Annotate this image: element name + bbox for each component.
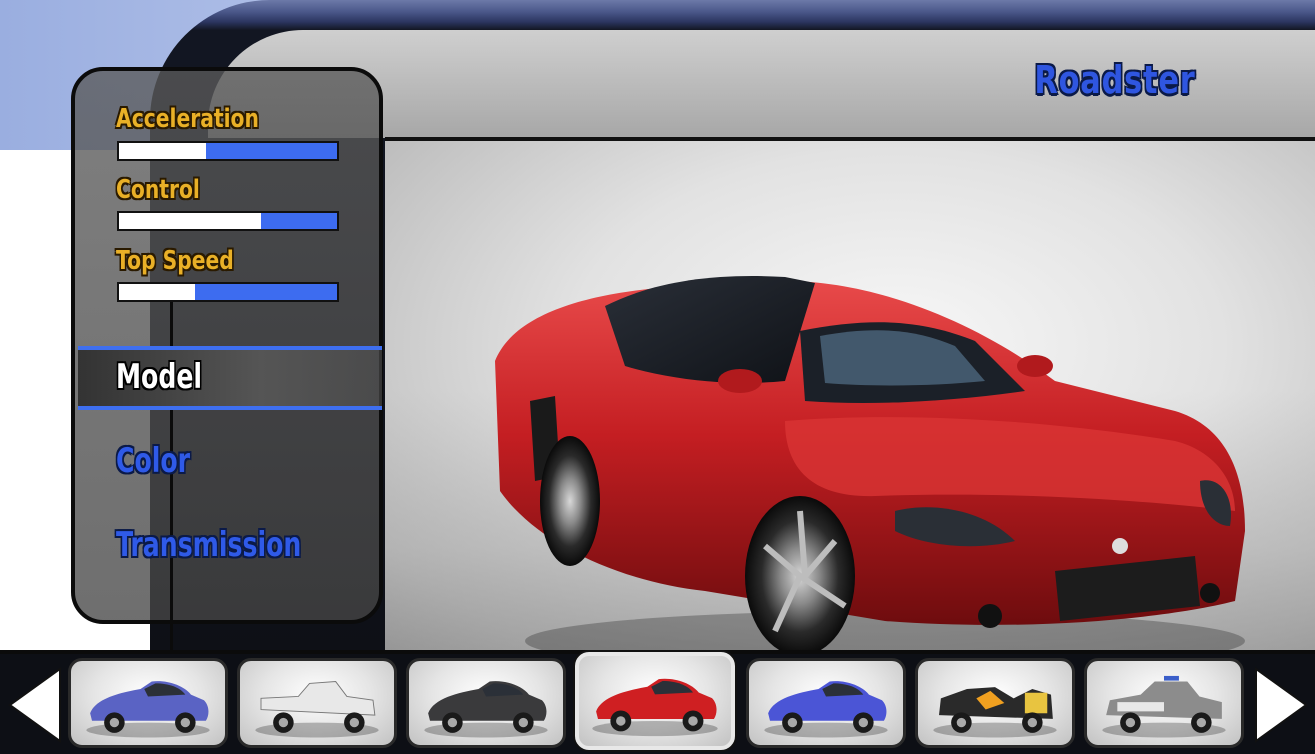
stat-label-acceleration: Acceleration (116, 104, 259, 134)
car-thumbnail-image (255, 681, 379, 738)
car-thumbnail-image (1102, 675, 1226, 738)
car-thumbnail-roadster[interactable] (746, 658, 906, 748)
stat-fill-control (119, 213, 261, 229)
right-arrow-icon[interactable] (1252, 665, 1312, 745)
car-thumbnail-compact[interactable] (68, 658, 228, 748)
selected-car-preview (495, 276, 1245, 653)
car-thumbnail-police-sedan[interactable] (1084, 658, 1244, 748)
car-showroom (385, 141, 1315, 653)
car-thumbnail-image (86, 681, 210, 738)
car-thumbnail-image (764, 681, 888, 738)
car-thumbnail-image (592, 678, 718, 737)
stat-bar-top-speed (117, 282, 339, 302)
menu-item-color[interactable]: Color (116, 444, 190, 478)
menu-item-transmission[interactable]: Transmission (116, 528, 301, 562)
car-thumbnail-pickup[interactable] (237, 658, 397, 748)
stat-label-control: Control (116, 175, 200, 205)
car-thumbnail-image (933, 687, 1057, 738)
stat-bar-acceleration (117, 141, 339, 161)
menu-item-model[interactable]: Model (116, 360, 202, 394)
stat-bar-control (117, 211, 339, 231)
stat-label-top-speed: Top Speed (116, 246, 234, 276)
left-arrow-icon[interactable] (4, 665, 64, 745)
stat-fill-top-speed (119, 284, 196, 300)
car-thumbnail-roadster[interactable] (575, 652, 735, 750)
car-thumbnail-hotrod[interactable] (915, 658, 1075, 748)
stat-fill-acceleration (119, 143, 207, 159)
car-thumbnail-image (424, 681, 548, 738)
car-thumbnail-coupe[interactable] (406, 658, 566, 748)
vehicle-title: Roadster (1034, 58, 1196, 102)
